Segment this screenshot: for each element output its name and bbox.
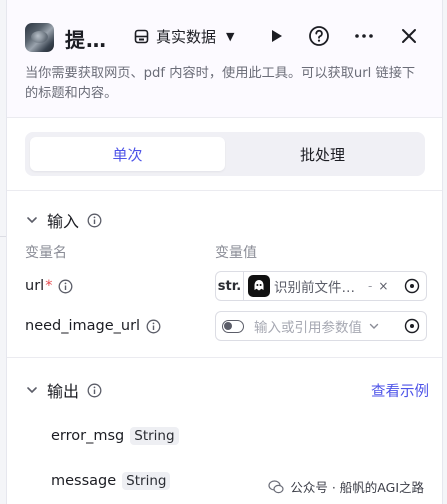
play-icon [272,30,282,42]
url-value-input[interactable]: str. 识别前文件… - × [215,271,427,301]
output-section-title: 输出 [47,382,80,401]
more-icon [355,34,373,38]
run-button[interactable] [265,25,287,47]
tab-batch[interactable]: 批处理 [225,137,420,171]
more-button[interactable] [353,25,375,47]
chevron-down-icon [25,383,39,397]
chevron-down-icon [25,213,39,227]
info-icon[interactable] [58,279,73,294]
node-config-panel: 提… 真实数据 ▼ 当你需要获取网页、pdf 内容时，使用此工具。可以获取url… [6,0,443,504]
reference-separator: - [368,279,373,293]
info-icon[interactable] [146,319,161,334]
reference-text: 识别前文件… [274,280,355,296]
data-mode-icon [133,28,150,45]
output-type-chip: String [122,472,171,490]
param-name-label: need_image_url [25,318,141,334]
value-placeholder: 输入或引用参数值 [254,320,362,336]
watermark: 公众号 · 船帆的AGI之路 [264,475,428,498]
param-need-image-url: need_image_url [25,318,161,334]
clear-reference-button[interactable]: × [378,279,388,293]
input-section-header[interactable]: 输入 [25,208,102,232]
tab-single[interactable]: 单次 [30,137,225,171]
type-tag[interactable]: str. [216,272,244,300]
output-field-error-msg: error_msg String [51,427,179,445]
help-icon [309,26,329,46]
node-title[interactable]: 提… [65,24,107,53]
output-field-name: message [51,473,117,489]
param-url: url * [25,278,73,294]
target-icon[interactable] [404,278,420,294]
data-mode-selector[interactable]: 真实数据 ▼ [133,26,234,47]
wechat-icon [268,479,284,495]
node-description: 当你需要获取网页、pdf 内容时，使用此工具。可以获取url 链接下的标题和内容… [25,66,416,101]
close-button[interactable] [398,25,420,47]
output-field-message: message String [51,472,171,490]
caret-down-icon: ▼ [226,30,235,43]
output-type-chip: String [130,427,179,445]
watermark-text: 公众号 · 船帆的AGI之路 [290,480,424,495]
info-icon[interactable] [87,383,102,398]
plugin-avatar [25,23,54,52]
close-icon [402,29,416,43]
required-mark: * [45,278,53,294]
referenced-node-icon [248,275,270,297]
data-mode-label: 真实数据 [156,28,217,46]
col-label-value: 变量值 [215,245,257,261]
help-button[interactable] [308,25,330,47]
target-icon[interactable] [404,318,420,334]
col-label-name: 变量名 [25,245,67,261]
param-name-label: url [25,278,45,294]
info-icon[interactable] [87,213,102,228]
section-divider [7,190,442,191]
boolean-toggle[interactable] [222,319,244,333]
panel-header: 提… 真实数据 ▼ 当你需要获取网页、pdf 内容时，使用此工具。可以获取url… [7,0,442,118]
output-field-name: error_msg [51,428,125,444]
input-section-title: 输入 [47,212,80,231]
output-section-header[interactable]: 输出 [25,378,102,402]
chevron-down-icon[interactable] [368,320,380,332]
run-mode-tabs: 单次 批处理 [25,132,425,176]
section-divider [7,357,442,358]
view-example-link[interactable]: 查看示例 [371,380,429,401]
need-image-url-value-input[interactable]: 输入或引用参数值 [215,311,427,341]
